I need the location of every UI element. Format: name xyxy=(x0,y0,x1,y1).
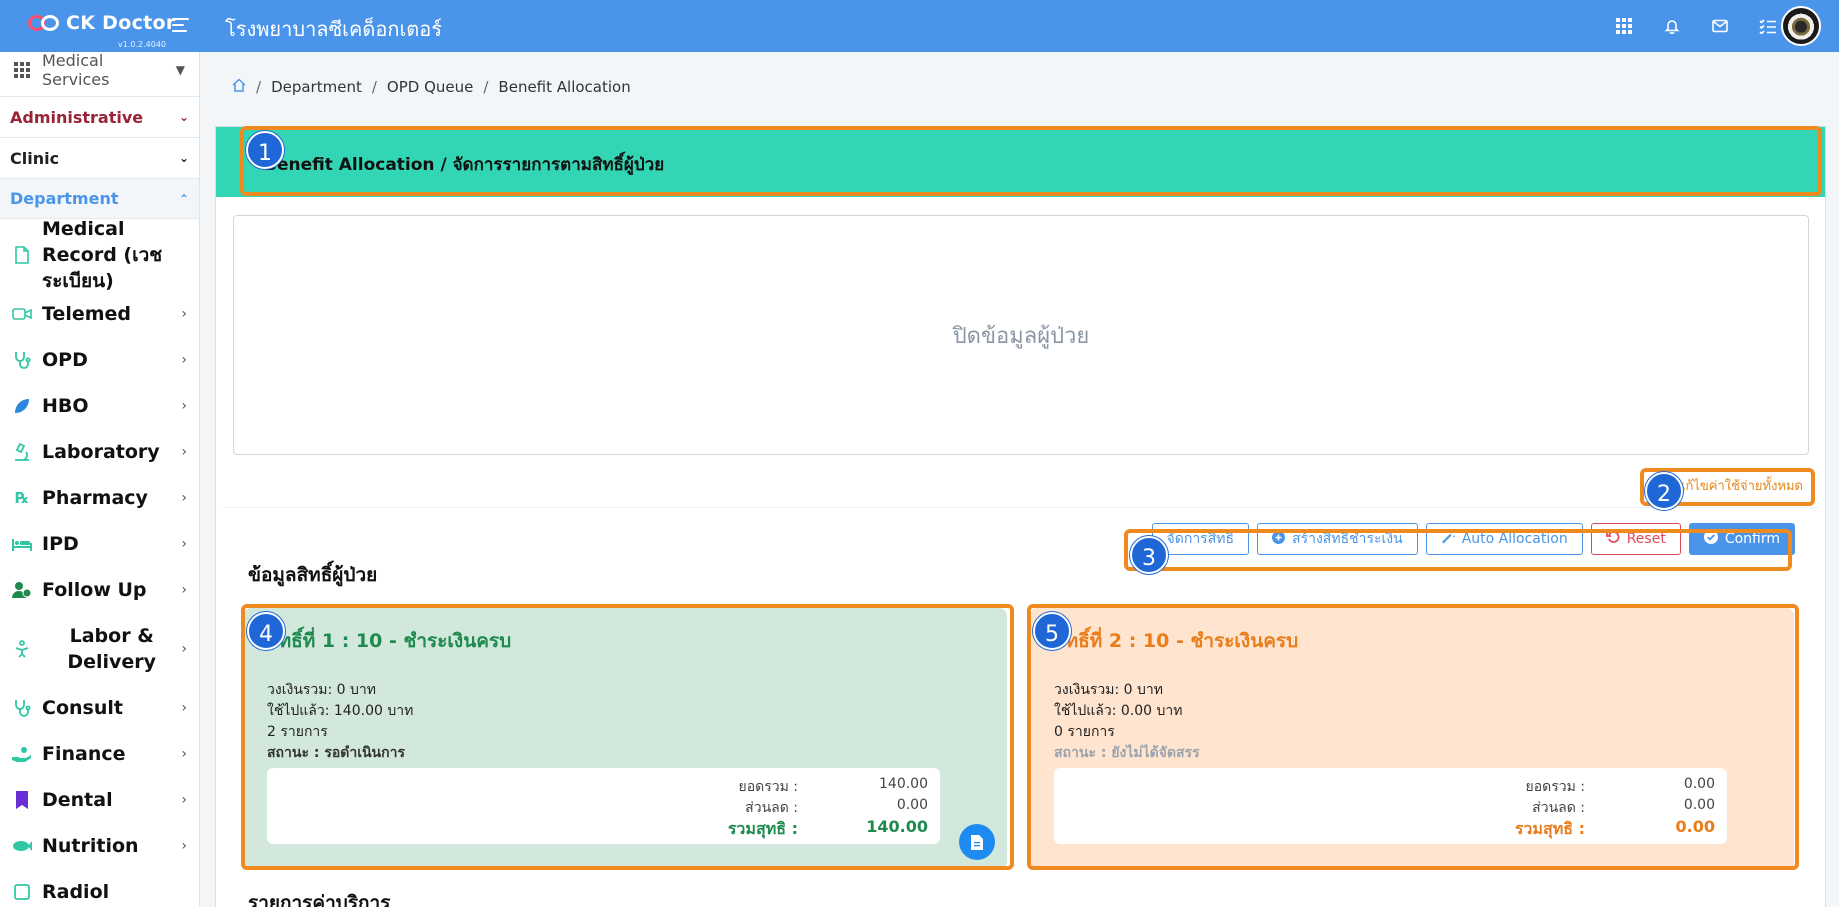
caret-down-icon: ▼ xyxy=(175,63,185,77)
patient-info-placeholder: ปิดข้อมูลผู้ป่วย xyxy=(952,323,1090,349)
sidebar-item-label: Labor & Delivery xyxy=(67,625,157,673)
chevron-down-icon: ⌄ xyxy=(178,151,189,165)
chevron-down-icon: ⌄ xyxy=(178,110,189,124)
department-nav: Medical Record (เวชระเบียน) Telemed › OP… xyxy=(0,218,199,907)
medical-services-label: Medical Services xyxy=(42,52,110,89)
medical-services-menu[interactable]: Medical Services ▼ xyxy=(0,52,199,89)
sidebar-item-nutrition[interactable]: Nutrition › xyxy=(0,823,199,869)
section-administrative[interactable]: Administrative ⌄ xyxy=(0,96,199,137)
sidebar-item-follow-up[interactable]: Follow Up › xyxy=(0,567,199,613)
breadcrumb-opd-queue[interactable]: OPD Queue xyxy=(387,78,473,96)
fish-icon xyxy=(12,836,32,856)
apps-grid-icon[interactable] xyxy=(1613,15,1635,37)
sidebar-item-laboratory[interactable]: Laboratory › xyxy=(0,429,199,475)
checklist-icon[interactable] xyxy=(1757,15,1779,37)
service-items-title: รายการค่าบริการ xyxy=(248,892,391,907)
highlight-box-4 xyxy=(241,604,1014,870)
microscope-icon xyxy=(12,442,32,462)
menu-toggle-icon[interactable] xyxy=(172,18,189,32)
chevron-right-icon: › xyxy=(181,490,187,506)
sidebar-item-medical-record[interactable]: Medical Record (เวชระเบียน) xyxy=(0,218,199,292)
section-department[interactable]: Department ⌃ xyxy=(0,178,199,219)
bookmark-icon xyxy=(12,790,32,810)
chevron-right-icon: › xyxy=(181,536,187,552)
sidebar-item-label: Medical Record (เวชระเบียน) xyxy=(42,218,163,292)
app-version: v1.0.2.4040 xyxy=(118,40,166,49)
patient-benefit-title: ข้อมูลสิทธิ์ผู้ป่วย xyxy=(248,564,378,586)
leaf-icon xyxy=(12,396,32,416)
annotation-badge-4: 4 xyxy=(247,612,285,650)
sidebar-item-finance[interactable]: Finance › xyxy=(0,731,199,777)
brand-name: CK Doctor xyxy=(66,12,176,34)
annotation-badge-5: 5 xyxy=(1033,612,1071,650)
rx-icon: ℞ xyxy=(15,489,29,507)
sidebar-item-radiology[interactable]: Radiol xyxy=(0,869,199,907)
breadcrumb: / Department / OPD Queue / Benefit Alloc… xyxy=(232,78,631,96)
brand-logo-icon xyxy=(28,13,60,33)
stethoscope-icon xyxy=(12,698,32,718)
chevron-right-icon: › xyxy=(181,838,187,854)
user-avatar[interactable] xyxy=(1781,6,1821,46)
sidebar-item-label: Pharmacy xyxy=(42,487,148,509)
sidebar-item-pharmacy[interactable]: ℞ Pharmacy › xyxy=(0,475,199,521)
sidebar-item-consult[interactable]: Consult › xyxy=(0,685,199,731)
section-clinic[interactable]: Clinic ⌄ xyxy=(0,137,199,178)
chevron-right-icon: › xyxy=(181,700,187,716)
sidebar-item-label: IPD xyxy=(42,533,79,555)
sidebar-item-label: Nutrition xyxy=(42,835,139,857)
sidebar-item-label: Finance xyxy=(42,743,126,765)
sidebar-item-label: Radiol xyxy=(42,881,110,903)
chevron-right-icon: › xyxy=(181,746,187,762)
chevron-right-icon: › xyxy=(181,792,187,808)
section-label: Department xyxy=(10,189,119,208)
highlight-box-3 xyxy=(1124,529,1792,571)
sidebar-item-opd[interactable]: OPD › xyxy=(0,337,199,383)
highlight-box-5 xyxy=(1027,604,1799,870)
sidebar-item-label: Consult xyxy=(42,697,123,719)
sidebar-item-hbo[interactable]: HBO › xyxy=(0,383,199,429)
sidebar-item-label: Follow Up xyxy=(42,579,147,601)
sidebar-item-label: OPD xyxy=(42,349,88,371)
breadcrumb-department[interactable]: Department xyxy=(271,78,362,96)
annotation-badge-2: 2 xyxy=(1645,472,1683,510)
sidebar: Medical Services ▼ Administrative ⌄ Clin… xyxy=(0,52,200,907)
chevron-right-icon: › xyxy=(181,582,187,598)
xray-icon xyxy=(12,882,32,902)
sidebar-item-telemed[interactable]: Telemed › xyxy=(0,291,199,337)
home-icon[interactable] xyxy=(232,78,246,96)
patient-info-box: ปิดข้อมูลผู้ป่วย xyxy=(233,215,1809,455)
video-icon xyxy=(12,304,32,324)
chevron-right-icon: › xyxy=(181,306,187,322)
bell-icon[interactable] xyxy=(1661,15,1683,37)
sidebar-item-label: Laboratory xyxy=(42,441,160,463)
sidebar-item-label: Telemed xyxy=(42,303,132,325)
baby-icon xyxy=(12,639,32,659)
hospital-name: โรงพยาบาลซีเคด็อกเตอร์ xyxy=(225,17,443,41)
annotation-badge-1: 1 xyxy=(246,131,284,169)
annotation-badge-3: 3 xyxy=(1130,536,1168,574)
bed-icon xyxy=(12,534,32,554)
sidebar-item-ipd[interactable]: IPD › xyxy=(0,521,199,567)
chevron-right-icon: › xyxy=(181,398,187,414)
chevron-right-icon: › xyxy=(181,444,187,460)
chevron-right-icon: › xyxy=(181,641,187,657)
top-bar: CK Doctor v1.0.2.4040 โรงพยาบาลซีเคด็อกเ… xyxy=(0,0,1839,52)
brand[interactable]: CK Doctor xyxy=(28,12,176,34)
section-label: Administrative xyxy=(10,107,144,127)
sidebar-item-labor-delivery[interactable]: Labor & Delivery › xyxy=(0,613,199,685)
sidebar-item-label: Dental xyxy=(42,789,113,811)
chevron-up-icon: ⌃ xyxy=(178,191,189,206)
chevron-right-icon: › xyxy=(181,352,187,368)
section-label: Clinic xyxy=(10,148,60,168)
breadcrumb-current: Benefit Allocation xyxy=(498,78,631,96)
hand-coin-icon xyxy=(12,744,32,764)
mail-icon[interactable] xyxy=(1709,15,1731,37)
highlight-box-1 xyxy=(240,126,1822,196)
grid-icon xyxy=(14,62,30,78)
sidebar-item-label: HBO xyxy=(42,395,89,417)
stethoscope-icon xyxy=(12,350,32,370)
user-clock-icon xyxy=(12,580,32,600)
sidebar-item-dental[interactable]: Dental › xyxy=(0,777,199,823)
file-icon xyxy=(12,245,32,265)
